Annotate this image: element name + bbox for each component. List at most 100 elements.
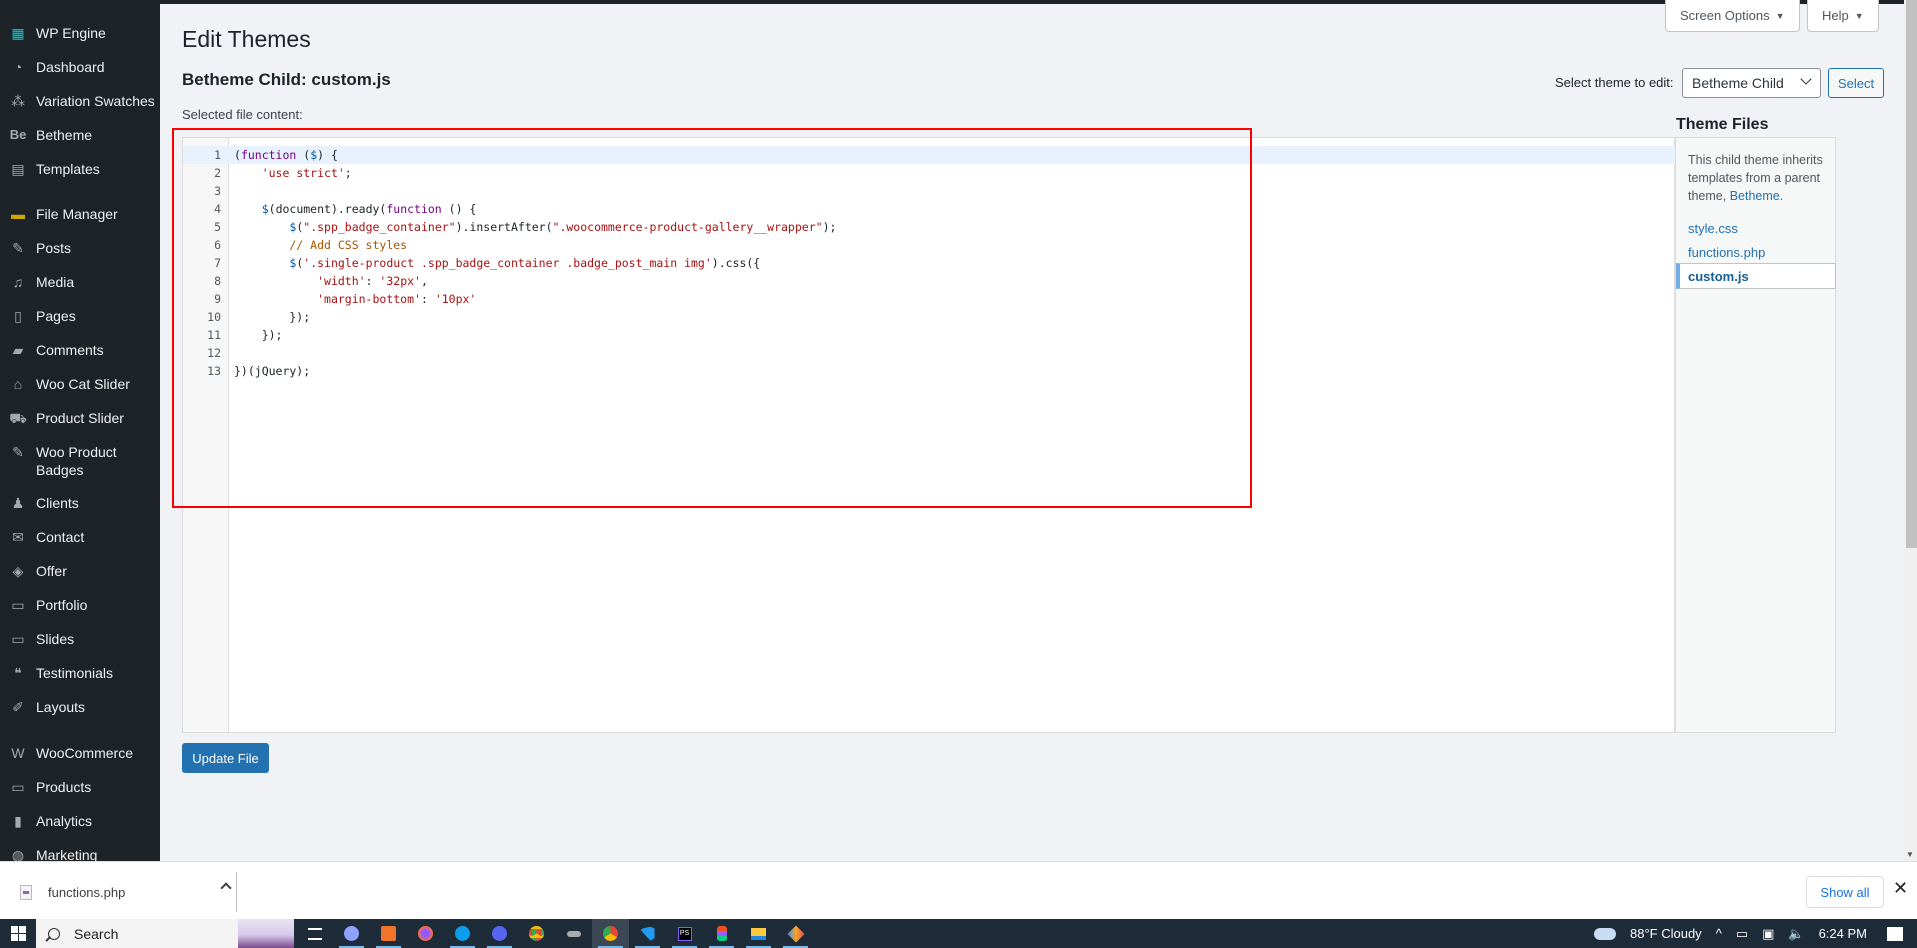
tag-icon: ◈ [12, 563, 24, 579]
show-all-button[interactable]: Show all [1806, 876, 1884, 908]
code-text: }); [234, 328, 283, 342]
code-line[interactable]: 11 }); [183, 326, 1676, 344]
chart-icon: ▮ [14, 813, 22, 829]
theme-file-link[interactable]: custom.js [1676, 263, 1836, 289]
clock[interactable]: 6:24 PM [1819, 926, 1867, 941]
start-button[interactable] [0, 919, 36, 948]
camera-icon[interactable]: ▭ [1736, 926, 1748, 942]
notification-icon[interactable] [1887, 926, 1903, 941]
vr-app-icon[interactable] [555, 919, 592, 948]
sidebar-item-woo-product-badges[interactable]: ✎ Woo Product Badges [0, 443, 160, 479]
chrome-icon[interactable] [518, 919, 555, 948]
task-view-icon[interactable] [296, 919, 333, 948]
code-line[interactable]: 10 }); [183, 308, 1676, 326]
media-icon: ♫ [12, 274, 24, 290]
theme-file-link[interactable]: style.css [1676, 215, 1836, 241]
sidebar-item-label: WooCommerce [36, 745, 133, 761]
sidebar-item-woocommerce[interactable]: W WooCommerce [0, 744, 160, 762]
theme-select[interactable]: Betheme Child [1682, 68, 1821, 98]
network-icon[interactable]: ▣ [1762, 926, 1774, 942]
chevron-up-icon[interactable] [220, 882, 232, 894]
scroll-down-arrow-icon[interactable]: ▼ [1906, 850, 1914, 859]
select-theme-button[interactable]: Select [1828, 68, 1884, 98]
sidebar-item-testimonials[interactable]: ❝ Testimonials [0, 664, 160, 682]
caret-down-icon: ▼ [1854, 10, 1864, 21]
folder-icon: ▬ [11, 206, 25, 222]
pin-icon: ✎ [12, 444, 24, 460]
download-item[interactable]: functions.php [20, 872, 236, 912]
volume-icon[interactable]: 🔈 [1788, 926, 1804, 942]
code-line[interactable]: 5 $(".spp_badge_container").insertAfter(… [183, 218, 1676, 236]
code-line[interactable]: 4 $(document).ready(function () { [183, 200, 1676, 218]
sidebar-item-betheme[interactable]: Be Betheme [0, 126, 160, 144]
theme-file-link[interactable]: functions.php [1676, 239, 1836, 265]
sidebar-item-label: Slides [36, 631, 75, 647]
help-label: Help [1822, 8, 1849, 23]
sidebar-item-media[interactable]: ♫ Media [0, 273, 160, 291]
sidebar-item-products[interactable]: ▭ Products [0, 778, 160, 796]
sidebar-item-slides[interactable]: ▭ Slides [0, 630, 160, 648]
weather-text[interactable]: 88°F Cloudy [1630, 926, 1702, 941]
parent-theme-link[interactable]: Betheme [1730, 189, 1780, 203]
file-explorer-icon[interactable] [740, 919, 777, 948]
sidebar-item-dashboard[interactable]: ◔ Dashboard [0, 58, 160, 76]
sidebar-item-layouts[interactable]: ✐ Layouts [0, 698, 160, 716]
sidebar-item-contact[interactable]: ✉ Contact [0, 528, 160, 546]
close-icon[interactable]: ✕ [1893, 878, 1908, 899]
app-settings-icon[interactable] [333, 919, 370, 948]
sidebar-item-pages[interactable]: ▯ Pages [0, 307, 160, 325]
firefox-icon[interactable] [407, 919, 444, 948]
theme-files-heading: Theme Files [1676, 116, 1769, 133]
sidebar-item-posts[interactable]: ✎ Posts [0, 239, 160, 257]
screen-options-button[interactable]: Screen Options ▼ [1665, 0, 1800, 32]
scrollbar-thumb[interactable] [1906, 0, 1917, 548]
sidebar-item-label: Portfolio [36, 597, 88, 613]
xampp-icon[interactable] [370, 919, 407, 948]
page-scrollbar[interactable]: ▼ [1904, 0, 1917, 861]
code-editor[interactable]: 1 (function ($) {2 'use strict'; 3 4 $(docu… [182, 137, 1676, 733]
code-line[interactable]: 12 [183, 344, 1676, 362]
code-line[interactable]: 8 'width': '32px', [183, 272, 1676, 290]
line-number: 6 [214, 238, 221, 252]
help-button[interactable]: Help ▼ [1807, 0, 1879, 32]
sidebar-item-label: Testimonials [36, 665, 114, 681]
sidebar-item-product-slider[interactable]: ⛟ Product Slider [0, 409, 160, 427]
code-line[interactable]: 9 'margin-bottom': '10px' [183, 290, 1676, 308]
sidebar-item-variation-swatches[interactable]: ⁂ Variation Swatches [0, 92, 160, 110]
sidebar-item-woo-cat-slider[interactable]: ⌂ Woo Cat Slider [0, 375, 160, 393]
skype-icon[interactable] [444, 919, 481, 948]
discord-icon[interactable] [481, 919, 518, 948]
sidebar-item-portfolio[interactable]: ▭ Portfolio [0, 596, 160, 614]
sidebar-item-label: Pages [36, 308, 76, 324]
phpstorm-icon[interactable]: PS [666, 919, 703, 948]
php-file-icon [20, 884, 32, 900]
code-line[interactable]: 1 (function ($) { [183, 146, 1676, 164]
comment-icon: ▰ [12, 342, 24, 358]
code-line[interactable]: 13})(jQuery); [183, 362, 1676, 380]
chrome-active-icon[interactable] [592, 919, 629, 948]
code-line[interactable]: 3 [183, 182, 1676, 200]
git-client-icon[interactable] [777, 919, 814, 948]
code-line[interactable]: 2 'use strict'; [183, 164, 1676, 182]
update-file-button[interactable]: Update File [182, 743, 269, 773]
sidebar-item-wp-engine[interactable]: ▦ WP Engine [0, 24, 160, 42]
sidebar-item-offer[interactable]: ◈ Offer [0, 562, 160, 580]
quote-icon: ❝ [14, 665, 22, 681]
megaphone-icon: ◍ [11, 847, 25, 861]
sidebar-item-file-manager[interactable]: ▬ File Manager [0, 205, 160, 223]
sidebar-item-marketing[interactable]: ◍ Marketing [0, 846, 160, 861]
code-line[interactable]: 7 $('.single-product .spp_badge_containe… [183, 254, 1676, 272]
system-tray: 88°F Cloudy ^ ▭ ▣ 🔈 6:24 PM [1594, 919, 1917, 948]
code-text: })(jQuery); [234, 364, 311, 378]
code-text: // Add CSS styles [234, 238, 408, 252]
sidebar-item-templates[interactable]: ▤ Templates [0, 160, 160, 178]
file-content-label: Selected file content: [182, 107, 303, 122]
sidebar-item-clients[interactable]: ♟ Clients [0, 494, 160, 512]
sidebar-item-analytics[interactable]: ▮ Analytics [0, 812, 160, 830]
theme-select-value: Betheme Child [1692, 75, 1784, 91]
figma-icon[interactable] [703, 919, 740, 948]
vscode-icon[interactable] [629, 919, 666, 948]
sidebar-item-comments[interactable]: ▰ Comments [0, 341, 160, 359]
code-line[interactable]: 6 // Add CSS styles [183, 236, 1676, 254]
chevron-up-icon[interactable]: ^ [1716, 926, 1722, 941]
